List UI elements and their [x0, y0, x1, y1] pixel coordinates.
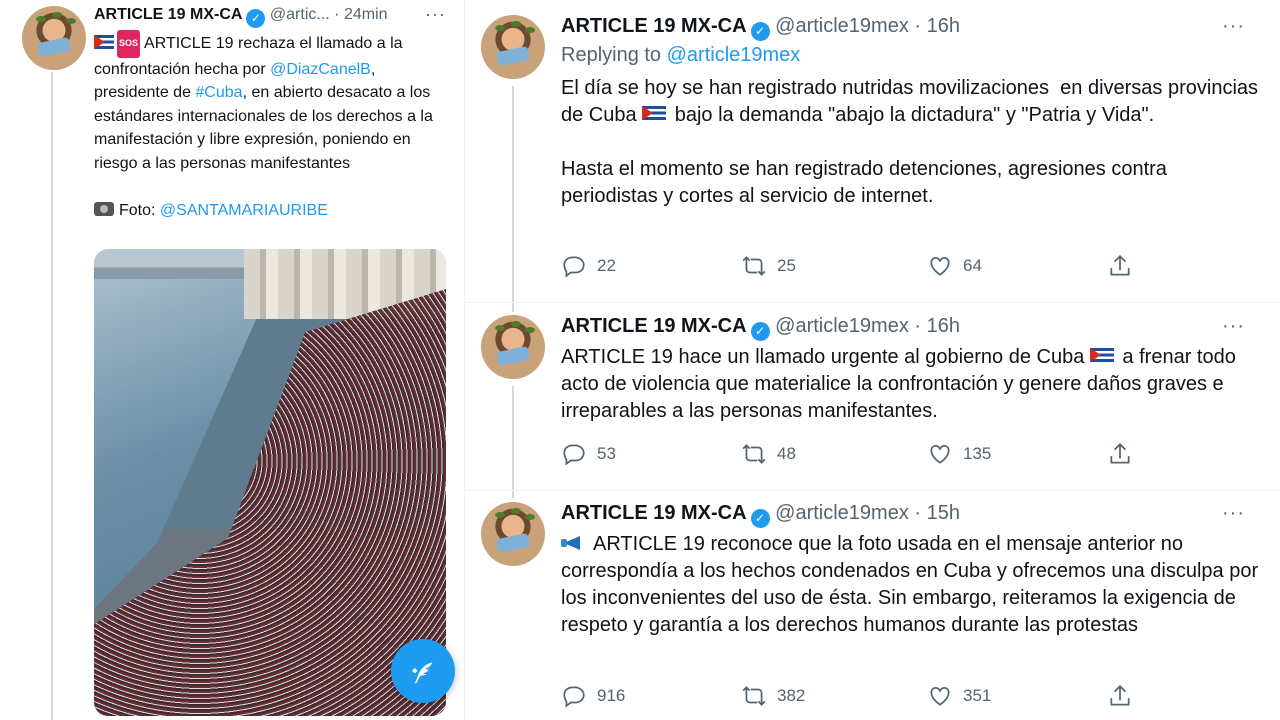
separator: · [914, 315, 922, 337]
tweet-actions: 53 48 135 [561, 441, 1261, 471]
thread-line [51, 72, 53, 720]
share-button[interactable] [1107, 683, 1133, 709]
tweet[interactable]: ARTICLE 19 MX-CA ✓ @article19mex · 16h ··… [465, 15, 1280, 300]
like-count: 135 [963, 444, 992, 463]
timestamp[interactable]: 15h [927, 502, 960, 524]
reply-icon [563, 686, 585, 708]
more-options-icon[interactable]: ··· [1222, 315, 1245, 338]
tweet-text: ARTICLE 19 reconoce que la foto usada en… [561, 531, 1261, 639]
tweet-header: ARTICLE 19 MX-CA ✓ @article19mex · 15h [561, 502, 960, 528]
tweet-header: ARTICLE 19 MX-CA ✓ @article19mex · 16h [561, 15, 960, 41]
retweet-icon [742, 444, 766, 464]
more-options-icon[interactable]: ··· [1222, 502, 1245, 525]
author-name[interactable]: ARTICLE 19 MX-CA [561, 315, 747, 337]
retweet-count: 25 [777, 256, 796, 275]
tweet-text: ARTICLE 19 hace un llamado urgente al go… [561, 344, 1261, 425]
reply-count: 916 [597, 686, 626, 705]
separator: · [914, 502, 922, 524]
cuba-flag-icon [94, 35, 114, 49]
tweet-header: ARTICLE 19 MX-CA ✓ @article19mex · 16h [561, 315, 960, 341]
retweet-button[interactable]: 25 [741, 253, 796, 279]
avatar[interactable] [481, 15, 545, 79]
heart-icon [930, 445, 950, 464]
tweet-text: El día se hoy se han registrado nutridas… [561, 75, 1261, 210]
author-handle[interactable]: @artic... [270, 6, 330, 23]
separator: · [334, 6, 340, 23]
camera-icon [94, 201, 114, 216]
replying-to: Replying to @article19mex [561, 44, 800, 67]
tweet-text: SOS ARTICLE 19 rechaza el llamado a la co… [94, 30, 449, 222]
tweet[interactable]: ARTICLE 19 MX-CA ✓ @article19mex · 15h ··… [465, 502, 1280, 720]
cuba-flag-icon [1089, 348, 1114, 364]
more-options-icon[interactable]: ··· [425, 4, 446, 25]
author-name[interactable]: ARTICLE 19 MX-CA [561, 15, 747, 37]
author-name[interactable]: ARTICLE 19 MX-CA [94, 6, 242, 23]
avatar[interactable] [481, 502, 545, 566]
timestamp[interactable]: 16h [927, 315, 960, 337]
retweet-button[interactable]: 48 [741, 441, 796, 467]
timestamp[interactable]: 16h [927, 15, 960, 37]
like-button[interactable]: 135 [927, 441, 991, 467]
tweet-actions: 916 382 351 [561, 683, 1261, 713]
tweet-header: ARTICLE 19 MX-CA ✓ @artic... · 24min [94, 6, 388, 28]
reply-icon [563, 256, 585, 278]
share-button[interactable] [1107, 441, 1133, 467]
verified-icon: ✓ [246, 9, 266, 28]
tweet-photo[interactable] [94, 249, 446, 716]
verified-icon: ✓ [750, 509, 770, 528]
hashtag-link[interactable]: #Cuba [195, 84, 242, 101]
more-options-icon[interactable]: ··· [1222, 15, 1245, 38]
timestamp[interactable]: 24min [344, 6, 388, 23]
verified-icon: ✓ [750, 22, 770, 41]
share-icon [1110, 685, 1130, 706]
cuba-flag-icon [642, 106, 667, 122]
tweet-divider [465, 302, 1280, 303]
share-icon [1110, 443, 1130, 464]
retweet-icon [742, 686, 766, 706]
reply-count: 53 [597, 444, 616, 463]
tweet-divider [465, 490, 1280, 491]
megaphone-icon [561, 534, 587, 552]
left-tweet[interactable]: ARTICLE 19 MX-CA ✓ @artic... · 24min ··· … [0, 0, 464, 720]
author-name[interactable]: ARTICLE 19 MX-CA [561, 502, 747, 524]
tweet[interactable]: ARTICLE 19 MX-CA ✓ @article19mex · 16h ··… [465, 315, 1280, 485]
verified-icon: ✓ [750, 322, 770, 341]
tweet-actions: 22 25 64 [561, 253, 1261, 283]
reply-icon [563, 444, 585, 466]
photo-credit-link[interactable]: @SANTAMARIAURIBE [160, 202, 328, 219]
compose-tweet-icon [412, 662, 433, 684]
like-button[interactable]: 64 [927, 253, 982, 279]
like-button[interactable]: 351 [927, 683, 991, 709]
separator: · [914, 15, 922, 37]
author-handle[interactable]: @article19mex [775, 502, 909, 524]
retweet-count: 382 [777, 686, 806, 705]
retweet-button[interactable]: 382 [741, 683, 805, 709]
like-count: 64 [963, 256, 982, 275]
photo-label: Foto: [119, 201, 160, 219]
reply-button[interactable]: 916 [561, 683, 625, 709]
sos-icon: SOS [117, 30, 141, 58]
avatar[interactable] [481, 315, 545, 379]
share-button[interactable] [1107, 253, 1133, 279]
author-handle[interactable]: @article19mex [775, 15, 909, 37]
replying-label: Replying to [561, 44, 667, 66]
reply-count: 22 [597, 256, 616, 275]
tweet-text-part: ARTICLE 19 hace un llamado urgente al go… [561, 346, 1090, 368]
heart-icon [930, 687, 950, 706]
author-handle[interactable]: @article19mex [775, 315, 909, 337]
avatar[interactable] [22, 6, 86, 70]
replying-handle-link[interactable]: @article19mex [667, 44, 801, 66]
like-count: 351 [963, 686, 992, 705]
reply-button[interactable]: 53 [561, 441, 616, 467]
retweet-icon [742, 256, 766, 276]
share-icon [1110, 255, 1130, 276]
compose-tweet-button[interactable] [391, 639, 455, 703]
tweet-text-part: ARTICLE 19 reconoce que la foto usada en… [561, 533, 1264, 636]
retweet-count: 48 [777, 444, 796, 463]
heart-icon [930, 257, 950, 276]
reply-button[interactable]: 22 [561, 253, 616, 279]
mention-link[interactable]: @DiazCanelB [270, 61, 371, 78]
